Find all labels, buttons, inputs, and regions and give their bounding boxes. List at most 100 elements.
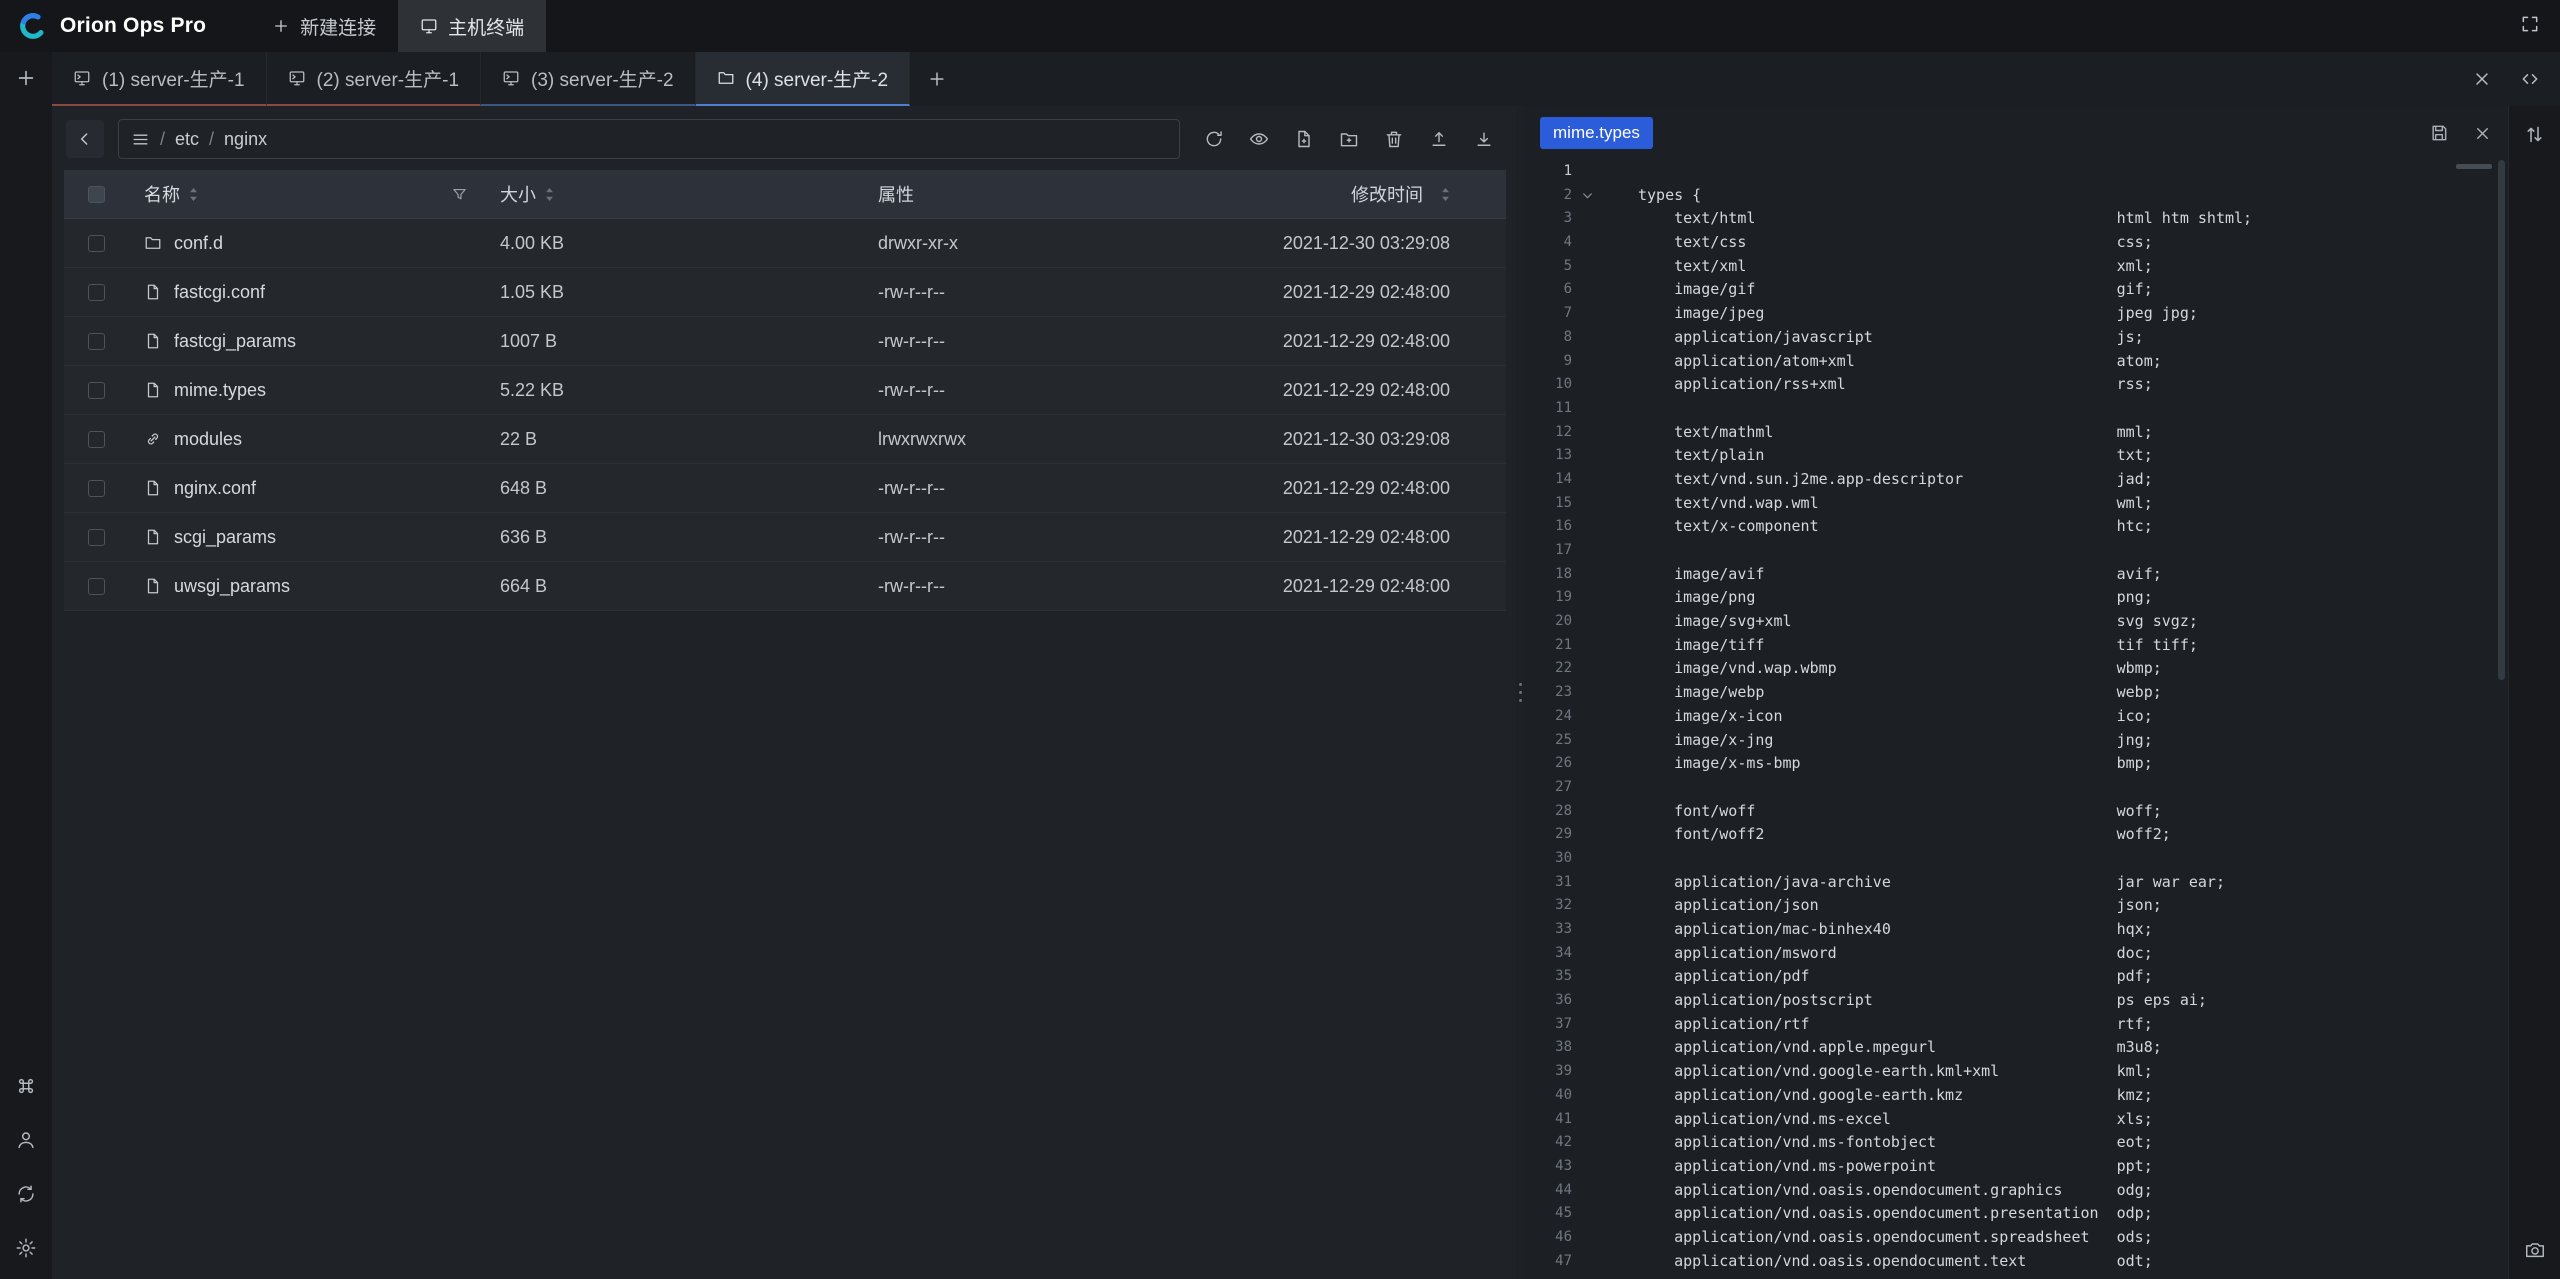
fold-chevron-icon[interactable]	[1572, 1108, 1602, 1132]
code-line[interactable]: 18 image/avifavif;	[1524, 563, 2508, 587]
fold-chevron-icon[interactable]	[1572, 350, 1602, 374]
fold-chevron-icon[interactable]	[1572, 160, 1602, 184]
session-tab[interactable]: (2) server-生产-1	[267, 52, 482, 106]
code-line[interactable]: 7 image/jpegjpeg jpg;	[1524, 302, 2508, 326]
code-line[interactable]: 27	[1524, 776, 2508, 800]
fold-chevron-icon[interactable]	[1572, 657, 1602, 681]
fold-chevron-icon[interactable]	[1572, 800, 1602, 824]
fold-chevron-icon[interactable]	[1572, 847, 1602, 871]
table-row[interactable]: nginx.conf 648 B -rw-r--r-- 2021-12-29 0…	[64, 464, 1506, 513]
fold-chevron-icon[interactable]	[1572, 1202, 1602, 1226]
sort-carets-icon[interactable]	[1441, 187, 1450, 202]
file-name-cell[interactable]: mime.types	[130, 380, 486, 401]
code-line[interactable]: 47 application/vnd.oasis.opendocument.te…	[1524, 1250, 2508, 1274]
editor-scrollbar[interactable]	[2498, 160, 2505, 680]
file-name-cell[interactable]: fastcgi_params	[130, 331, 486, 352]
table-row[interactable]: mime.types 5.22 KB -rw-r--r-- 2021-12-29…	[64, 366, 1506, 415]
save-icon[interactable]	[2429, 123, 2449, 143]
fold-chevron-icon[interactable]	[1572, 1060, 1602, 1084]
preview-eye-icon[interactable]	[1249, 129, 1269, 149]
file-name-cell[interactable]: conf.d	[130, 233, 486, 254]
fold-chevron-icon[interactable]	[1572, 705, 1602, 729]
fold-chevron-icon[interactable]	[1572, 965, 1602, 989]
session-tab[interactable]: (4) server-生产-2	[696, 52, 911, 106]
code-line[interactable]: 6 image/gifgif;	[1524, 278, 2508, 302]
fold-chevron-icon[interactable]	[1572, 989, 1602, 1013]
code-line[interactable]: 16 text/x-componenthtc;	[1524, 515, 2508, 539]
fold-chevron-icon[interactable]	[1572, 397, 1602, 421]
code-line[interactable]: 28 font/woffwoff;	[1524, 800, 2508, 824]
fold-chevron-icon[interactable]	[1572, 1036, 1602, 1060]
session-tab[interactable]: (1) server-生产-1	[52, 52, 267, 106]
code-line[interactable]: 29 font/woff2woff2;	[1524, 823, 2508, 847]
code-area[interactable]: 1 2	[1524, 160, 2508, 1279]
fold-chevron-icon[interactable]	[1572, 729, 1602, 753]
code-line[interactable]: 23 image/webpwebp;	[1524, 681, 2508, 705]
fold-chevron-icon[interactable]	[1572, 894, 1602, 918]
code-line[interactable]: 14 text/vnd.sun.j2me.app-descriptorjad;	[1524, 468, 2508, 492]
fold-chevron-icon[interactable]	[1572, 610, 1602, 634]
fold-chevron-icon[interactable]	[1572, 1084, 1602, 1108]
table-row[interactable]: scgi_params 636 B -rw-r--r-- 2021-12-29 …	[64, 513, 1506, 562]
screenshot-camera-icon[interactable]	[2524, 1239, 2546, 1261]
fold-chevron-icon[interactable]	[1572, 231, 1602, 255]
fold-chevron-icon[interactable]	[1572, 1250, 1602, 1274]
sync-icon[interactable]	[15, 1183, 37, 1205]
code-line[interactable]: 13 text/plaintxt;	[1524, 444, 2508, 468]
fold-chevron-icon[interactable]	[1572, 255, 1602, 279]
code-line[interactable]: 37 application/rtfrtf;	[1524, 1013, 2508, 1037]
fullscreen-icon[interactable]	[2520, 14, 2540, 34]
command-icon[interactable]	[15, 1075, 37, 1097]
select-all-checkbox[interactable]	[88, 186, 105, 203]
code-line[interactable]: 32 application/jsonjson;	[1524, 894, 2508, 918]
column-header-size[interactable]: 大小	[486, 181, 864, 207]
fold-chevron-icon[interactable]	[1572, 586, 1602, 610]
table-row[interactable]: conf.d 4.00 KB drwxr-xr-x 2021-12-30 03:…	[64, 219, 1506, 268]
add-icon[interactable]	[15, 67, 37, 89]
code-line[interactable]: 21 image/tifftif tiff;	[1524, 634, 2508, 658]
user-icon[interactable]	[15, 1129, 37, 1151]
code-line[interactable]: 10 application/rss+xmlrss;	[1524, 373, 2508, 397]
code-line[interactable]: 45 application/vnd.oasis.opendocument.pr…	[1524, 1202, 2508, 1226]
code-line[interactable]: 19 image/pngpng;	[1524, 586, 2508, 610]
filter-funnel-icon[interactable]	[451, 186, 468, 203]
code-line[interactable]: 38 application/vnd.apple.mpegurlm3u8;	[1524, 1036, 2508, 1060]
code-line[interactable]: 34 application/msworddoc;	[1524, 942, 2508, 966]
fold-chevron-icon[interactable]	[1572, 184, 1602, 208]
fold-chevron-icon[interactable]	[1572, 207, 1602, 231]
fold-chevron-icon[interactable]	[1572, 492, 1602, 516]
file-name-cell[interactable]: scgi_params	[130, 527, 486, 548]
fold-chevron-icon[interactable]	[1572, 1179, 1602, 1203]
code-line[interactable]: 2 types {	[1524, 184, 2508, 208]
back-button[interactable]	[66, 120, 104, 158]
sort-carets-icon[interactable]	[545, 187, 554, 202]
row-checkbox[interactable]	[88, 235, 105, 252]
new-file-icon[interactable]	[1294, 129, 1314, 149]
breadcrumb-item[interactable]: etc	[175, 129, 199, 150]
row-checkbox[interactable]	[88, 480, 105, 497]
breadcrumb-item[interactable]: nginx	[224, 129, 267, 150]
code-line[interactable]: 3 text/htmlhtml htm shtml;	[1524, 207, 2508, 231]
code-line[interactable]: 42 application/vnd.ms-fontobjecteot;	[1524, 1131, 2508, 1155]
close-icon[interactable]	[2472, 69, 2492, 89]
fold-chevron-icon[interactable]	[1572, 1131, 1602, 1155]
file-name-cell[interactable]: uwsgi_params	[130, 576, 486, 597]
code-line[interactable]: 39 application/vnd.google-earth.kml+xmlk…	[1524, 1060, 2508, 1084]
fold-chevron-icon[interactable]	[1572, 776, 1602, 800]
code-line[interactable]: 44 application/vnd.oasis.opendocument.gr…	[1524, 1179, 2508, 1203]
code-line[interactable]: 33 application/mac-binhex40hqx;	[1524, 918, 2508, 942]
file-name-cell[interactable]: fastcgi.conf	[130, 282, 486, 303]
fold-chevron-icon[interactable]	[1572, 278, 1602, 302]
code-line[interactable]: 20 image/svg+xmlsvg svgz;	[1524, 610, 2508, 634]
delete-icon[interactable]	[1384, 129, 1404, 149]
upload-icon[interactable]	[1429, 129, 1449, 149]
code-line[interactable]: 36 application/postscriptps eps ai;	[1524, 989, 2508, 1013]
new-folder-icon[interactable]	[1339, 129, 1359, 149]
new-tab-button[interactable]	[910, 52, 964, 106]
code-line[interactable]: 12 text/mathmlmml;	[1524, 421, 2508, 445]
code-line[interactable]: 46 application/vnd.oasis.opendocument.sp…	[1524, 1226, 2508, 1250]
menu-item-new-connection[interactable]: 新建连接	[250, 0, 398, 52]
fold-chevron-icon[interactable]	[1572, 1013, 1602, 1037]
column-header-mtime[interactable]: 修改时间	[1076, 181, 1506, 207]
code-line[interactable]: 30	[1524, 847, 2508, 871]
